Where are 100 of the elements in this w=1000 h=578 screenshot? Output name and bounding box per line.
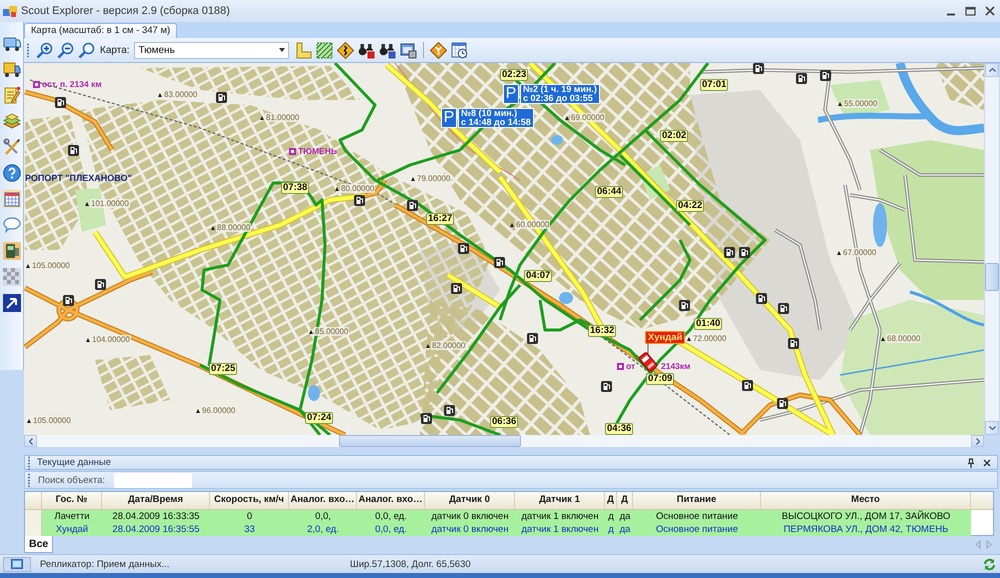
status-message: Репликатор: Прием данных... <box>40 558 170 570</box>
fuel-station-icon <box>679 300 690 311</box>
close-icon[interactable] <box>985 6 995 16</box>
terminal-icon[interactable] <box>2 242 20 260</box>
truck-icon[interactable] <box>2 60 20 78</box>
vertical-scrollbar[interactable] <box>984 63 999 435</box>
column-header[interactable]: Д <box>605 492 617 509</box>
fuel-station-icon <box>788 338 799 349</box>
calendar-clock-icon[interactable] <box>450 42 468 58</box>
fuel-station-icon <box>527 333 538 344</box>
place-label: РОПОРТ "ПЛЕХАНОВО" <box>25 173 132 183</box>
time-label: 02:23 <box>500 69 528 81</box>
ruler-icon[interactable] <box>294 42 312 58</box>
coordinates-text: Шир.57,1308, Долг. 65,5630 <box>350 558 471 570</box>
magnifier-icon[interactable] <box>78 42 95 58</box>
time-label: 16:32 <box>588 325 616 337</box>
zoom-in-icon[interactable] <box>36 42 53 58</box>
scroll-left-button[interactable] <box>24 435 37 447</box>
caret-icon[interactable] <box>278 48 285 52</box>
time-label: 07:38 <box>281 182 310 194</box>
refresh-icon[interactable] <box>983 558 996 570</box>
time-label: 07:24 <box>305 412 334 424</box>
row-header <box>25 523 42 536</box>
speech-bubble-icon[interactable] <box>2 216 20 234</box>
scroll-up-button[interactable] <box>985 63 999 77</box>
search-field[interactable] <box>114 472 192 488</box>
column-header[interactable]: Датчик 1 <box>515 492 605 509</box>
table-cell-text: Основное питание <box>655 510 739 523</box>
pond <box>559 292 573 304</box>
spot-height-label: 105.00000 <box>32 416 72 425</box>
chevron-right-icon <box>976 438 980 444</box>
column-header[interactable]: Аналог. вхо… <box>357 492 425 509</box>
column-header[interactable]: Аналог. вхо… <box>289 492 357 509</box>
fuel-station-icon <box>354 195 365 206</box>
fuel-station-icon <box>458 243 469 254</box>
spot-height-label: 72.00000 <box>692 334 728 343</box>
calendar-icon[interactable] <box>2 190 20 208</box>
tools-icon[interactable] <box>2 138 20 156</box>
close-icon[interactable] <box>983 458 991 466</box>
scroll-down-button[interactable] <box>985 421 999 435</box>
map-layers-icon[interactable] <box>2 112 20 130</box>
window-icon[interactable] <box>400 42 417 58</box>
panel-tab[interactable]: Все <box>24 536 54 553</box>
fuel-station-icon <box>444 405 455 416</box>
spot-height-label: 96.00000 <box>201 406 236 415</box>
scrollbar-thumb[interactable] <box>339 435 521 447</box>
hatched-area-icon[interactable] <box>316 42 333 58</box>
table-cell-text: 0,0, ед. <box>374 510 408 523</box>
vehicle-label: Хундай <box>645 331 686 344</box>
binoculars-icon[interactable] <box>378 42 396 58</box>
spot-height-icon <box>196 408 200 412</box>
road-sign-icon[interactable] <box>336 42 354 58</box>
spot-height-icon <box>86 338 90 342</box>
spot-height-icon <box>426 344 430 348</box>
fuel-station-icon <box>756 293 767 304</box>
status-button[interactable] <box>3 556 31 572</box>
spot-height-label: 105.00000 <box>31 261 71 270</box>
table-row[interactable]: Хундай 28.04.2009 16:35:55 33 2,0, ед. 0,0, ед. датчик 0 включен датчик 1 включен д да Основное питание ПЕРМЯКОВА УЛ., ДОМ 42, ТЮМЕНЬ <box>25 523 971 536</box>
checkered-icon[interactable] <box>2 268 20 286</box>
table-cell-text: д <box>607 510 615 523</box>
place-label: ТЮМЕНЬ <box>298 146 337 156</box>
column-header[interactable]: Питание <box>633 492 761 509</box>
help-icon[interactable] <box>2 164 20 182</box>
spot-height-label: 55.00000 <box>843 99 878 108</box>
place-label: ост. п. 2134 км <box>42 79 102 89</box>
column-header[interactable]: Место <box>761 492 971 509</box>
spot-height-label: 81.00000 <box>265 113 300 122</box>
notepad-icon[interactable] <box>2 86 20 104</box>
fuel-station-icon <box>724 247 735 258</box>
time-label: 06:36 <box>490 416 518 428</box>
table-row[interactable]: Лачетти 28.04.2009 16:33:35 0 0,0, 0,0, ед. датчик 0 включен датчик 1 включен д да Основное питание ВЫСОЦКОГО УЛ., ДОМ 17, ЗАЙКОВО <box>25 510 971 523</box>
place-label: от <box>626 361 636 371</box>
monitor-icon <box>11 559 23 569</box>
maximize-icon[interactable] <box>965 6 976 16</box>
column-header[interactable]: Скорость, км/ч <box>210 492 289 509</box>
binoculars-icon[interactable] <box>358 42 375 58</box>
table-cell-text: 0,0, <box>314 510 332 523</box>
column-header[interactable]: Д <box>617 492 633 509</box>
column-header[interactable]: Дата/Время <box>102 492 210 509</box>
time-label: 07:09 <box>646 373 674 385</box>
table-cell-text: 0,0, ед. <box>374 523 408 536</box>
fuel-station-icon <box>68 145 79 156</box>
map-select[interactable]: Тюмень <box>134 42 289 58</box>
table-cell-text: датчик 0 включен <box>430 523 510 536</box>
fuel-station-icon <box>421 413 432 424</box>
spot-height-icon <box>27 418 31 422</box>
table-cell-text: датчик 1 включен <box>520 510 600 523</box>
map-tab[interactable]: Карта (масштаб: в 1 см - 347 м) <box>24 23 178 38</box>
horizontal-scrollbar[interactable] <box>24 435 984 447</box>
fuel-station-icon <box>63 295 74 306</box>
scroll-right-button[interactable] <box>971 435 984 447</box>
scrollbar-thumb[interactable] <box>985 263 999 291</box>
pin-icon[interactable] <box>967 458 975 468</box>
fuel-station-icon <box>407 200 418 211</box>
app-icon <box>3 6 17 16</box>
junction-sign-icon[interactable] <box>430 42 447 58</box>
zoom-out-icon[interactable] <box>57 42 74 58</box>
time-label: 04:07 <box>524 270 552 282</box>
column-header[interactable]: Гос. № <box>42 492 102 509</box>
column-header[interactable]: Датчик 0 <box>425 492 515 509</box>
